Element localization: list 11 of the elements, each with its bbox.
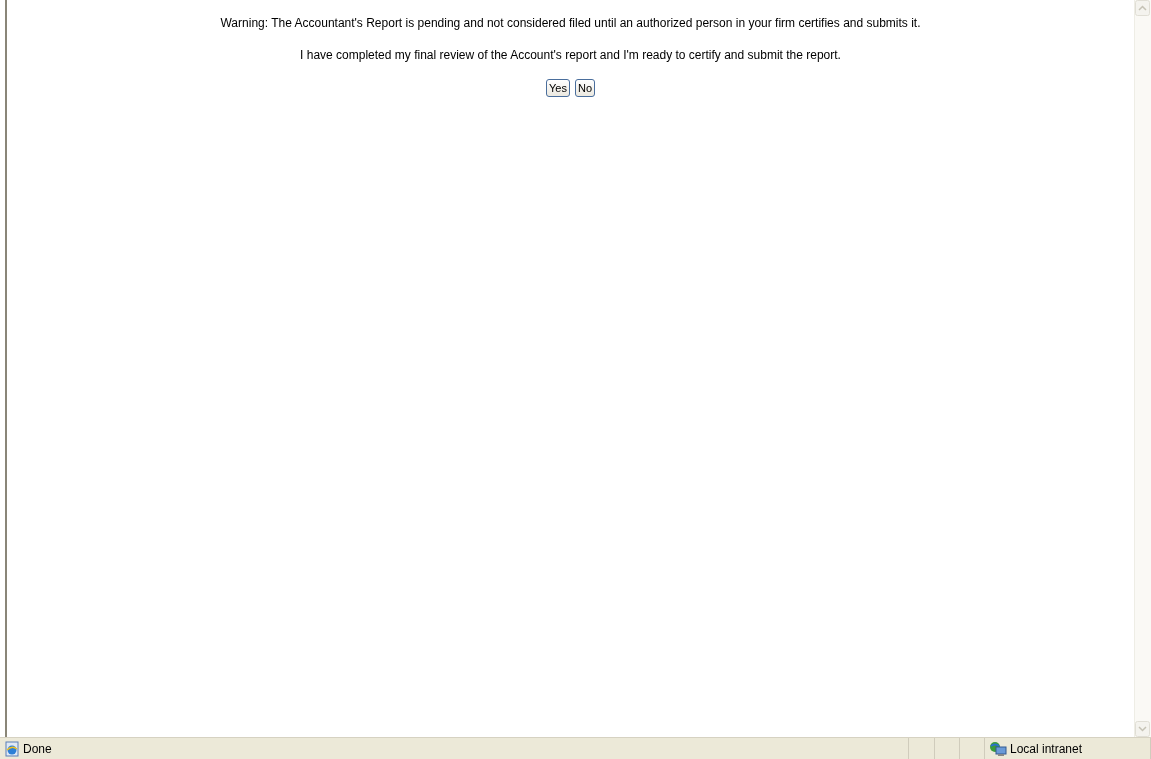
confirmation-text: I have completed my final review of the Account's report and I'm ready to certify and submit the report. [300,48,841,62]
zone-text: Local intranet [1010,741,1083,756]
network-computer-icon [989,740,1007,757]
scroll-up-icon[interactable] [1135,0,1150,16]
answer-button[interactable]: No [574,79,595,97]
scrollbar[interactable] [1134,0,1151,737]
warning-text: Warning: The Accountant's Report is pending and not considered filed until an authorized person in your firm certifies and submits it. [220,16,921,30]
globe-page-icon [4,740,20,757]
status-text: Done [23,741,52,756]
scroll-down-icon[interactable] [1135,721,1150,737]
answer-button[interactable]: Yes [546,79,570,97]
